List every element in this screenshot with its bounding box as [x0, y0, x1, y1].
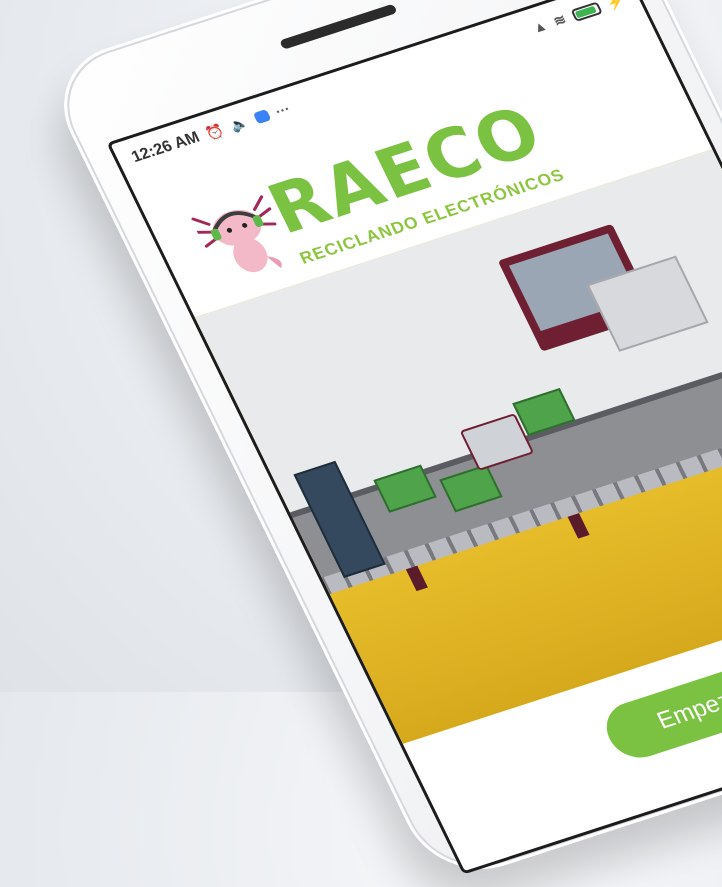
- phone-mockup: 12:26 AM ⏰ 🔈 ··· ▲ ≋ ⚡ RAECO RECICLANDO …: [40, 0, 722, 887]
- signal-icon: ▲: [529, 17, 550, 36]
- volume-icon: 🔈: [227, 113, 251, 134]
- phone-body: 12:26 AM ⏰ 🔈 ··· ▲ ≋ ⚡ RAECO RECICLANDO …: [40, 0, 722, 887]
- charging-icon: ⚡: [603, 0, 627, 12]
- app-screen: 12:26 AM ⏰ 🔈 ··· ▲ ≋ ⚡ RAECO RECICLANDO …: [106, 0, 722, 875]
- alarm-icon: ⏰: [202, 121, 227, 142]
- chat-icon: [252, 109, 272, 125]
- battery-icon: [569, 1, 603, 22]
- wifi-icon: ≋: [550, 10, 569, 29]
- phone-earpiece: [279, 3, 398, 50]
- more-icon: ···: [272, 100, 293, 120]
